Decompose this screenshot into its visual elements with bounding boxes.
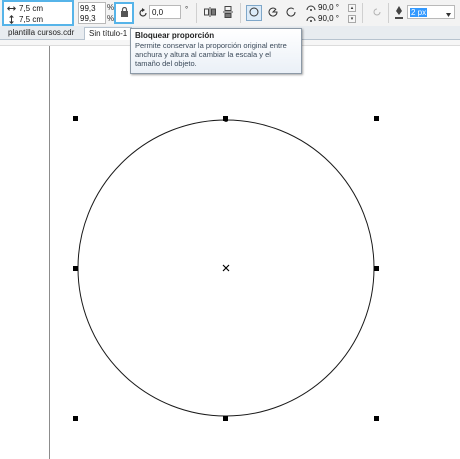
selection-handle-left[interactable] bbox=[73, 266, 78, 271]
selection-handle-bottom-left[interactable] bbox=[73, 416, 78, 421]
center-marker bbox=[222, 264, 230, 272]
selection-handle-top[interactable] bbox=[223, 116, 228, 121]
tooltip-title: Bloquear proporción bbox=[135, 31, 215, 40]
selection-handle-right[interactable] bbox=[374, 266, 379, 271]
selection-handle-bottom[interactable] bbox=[223, 416, 228, 421]
selection-handle-bottom-right[interactable] bbox=[374, 416, 379, 421]
selection-handle-top-right[interactable] bbox=[374, 116, 379, 121]
tooltip-body: Permite conservar la proporción original… bbox=[135, 41, 287, 68]
selection-handle-top-left[interactable] bbox=[73, 116, 78, 121]
lock-ratio-tooltip: Bloquear proporción Permite conservar la… bbox=[130, 28, 302, 74]
